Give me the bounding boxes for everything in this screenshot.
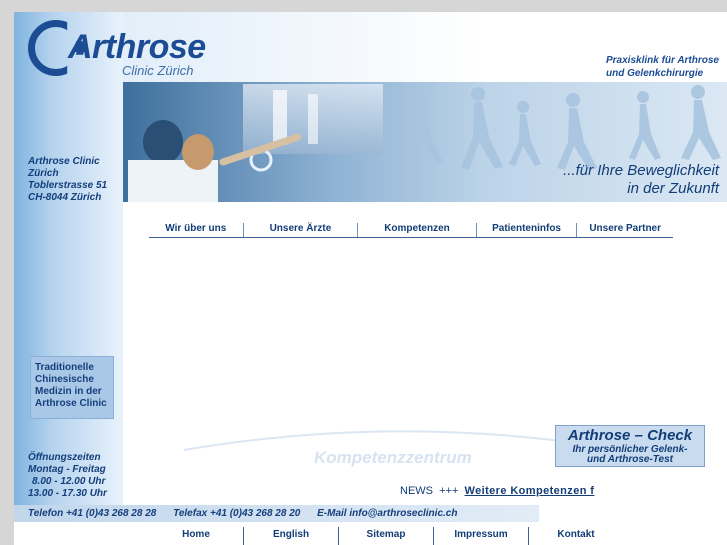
contact-bar: Telefon +41 (0)43 268 28 28 Telefax +41 … <box>14 505 539 522</box>
page: Arthrose Clinic Zürich Praxisklink für A… <box>14 12 727 545</box>
contact-email[interactable]: E-Mail info@arthroseclinic.ch <box>317 508 457 519</box>
tcm-line: Arthrose Clinic <box>35 398 107 409</box>
footer-link-english[interactable]: English <box>244 527 339 545</box>
opening-hours: Öffnungszeiten Montag - Freitag 8.00 - 1… <box>28 452 107 500</box>
news-separator: +++ <box>439 485 459 497</box>
contact-fax: Telefax +41 (0)43 268 28 20 <box>173 508 301 519</box>
nav-item-unsere-aerzte[interactable]: Unsere Ärzte <box>244 223 359 237</box>
contact-phone: Telefon +41 (0)43 268 28 28 <box>28 508 157 519</box>
check-title: Arthrose – Check <box>567 427 693 444</box>
hours-morning: 8.00 - 12.00 Uhr <box>32 476 106 487</box>
arthrose-check-button[interactable]: Arthrose – Check Ihr persönlicher Gelenk… <box>555 425 705 467</box>
tcm-line: Traditionelle <box>35 362 94 373</box>
tagline-line: und Gelenkchirurgie <box>605 68 704 79</box>
address-line: Arthrose Clinic <box>28 156 100 167</box>
logo-subtitle: Clinic Zürich <box>122 63 194 78</box>
logo-title: Arthrose <box>68 28 206 66</box>
hours-days: Montag - Freitag <box>28 464 106 475</box>
news-label: NEWS <box>400 485 433 497</box>
banner-slogan-line: ...für Ihre Beweglichkeit <box>563 162 719 179</box>
hours-heading: Öffnungszeiten <box>28 452 101 463</box>
watermark-text: Kompetenzzentrum <box>314 448 472 467</box>
footer-link-impressum[interactable]: Impressum <box>434 527 529 545</box>
banner-image: ...für Ihre Beweglichkeit in der Zukunft <box>123 82 727 202</box>
tagline-line: Praxisklink für Arthrose <box>605 55 719 66</box>
tcm-line: Chinesische <box>35 374 94 385</box>
address-line: Zürich <box>28 168 59 179</box>
news-link[interactable]: Weitere Kompetenzen f <box>465 485 595 497</box>
address-block: Arthrose Clinic Zürich Toblerstrasse 51 … <box>28 156 107 204</box>
footer-nav: Home English Sitemap Impressum Kontakt <box>149 527 709 545</box>
nav-item-kompetenzen[interactable]: Kompetenzen <box>358 223 477 237</box>
footer-link-kontakt[interactable]: Kontakt <box>529 527 623 545</box>
footer-link-sitemap[interactable]: Sitemap <box>339 527 434 545</box>
banner-slogan: ...für Ihre Beweglichkeit in der Zukunft <box>563 162 719 198</box>
news-ticker: NEWS +++ Weitere Kompetenzen f <box>400 485 594 497</box>
tcm-link-box[interactable]: Traditionelle Chinesische Medizin in der… <box>30 356 114 419</box>
banner-slogan-line: in der Zukunft <box>627 180 719 197</box>
nav-item-unsere-partner[interactable]: Unsere Partner <box>577 223 673 237</box>
address-line: Toblerstrasse 51 <box>28 180 108 191</box>
footer-link-home[interactable]: Home <box>149 527 244 545</box>
address-line: CH-8044 Zürich <box>28 192 102 203</box>
tcm-line: Medizin in der <box>35 386 102 397</box>
main-nav: Wir über uns Unsere Ärzte Kompetenzen Pa… <box>149 223 673 238</box>
nav-item-wir-ueber-uns[interactable]: Wir über uns <box>149 223 244 237</box>
hours-afternoon: 13.00 - 17.30 Uhr <box>28 488 107 499</box>
check-subtitle-line: und Arthrose-Test <box>587 454 673 465</box>
patient-head <box>182 134 214 170</box>
runner-figures <box>409 85 721 170</box>
doctor-head <box>143 120 183 164</box>
sidebar-gradient <box>14 12 123 512</box>
tagline: Praxisklink für Arthrose und Gelenkchiru… <box>606 54 719 80</box>
nav-item-patienteninfos[interactable]: Patienteninfos <box>477 223 578 237</box>
